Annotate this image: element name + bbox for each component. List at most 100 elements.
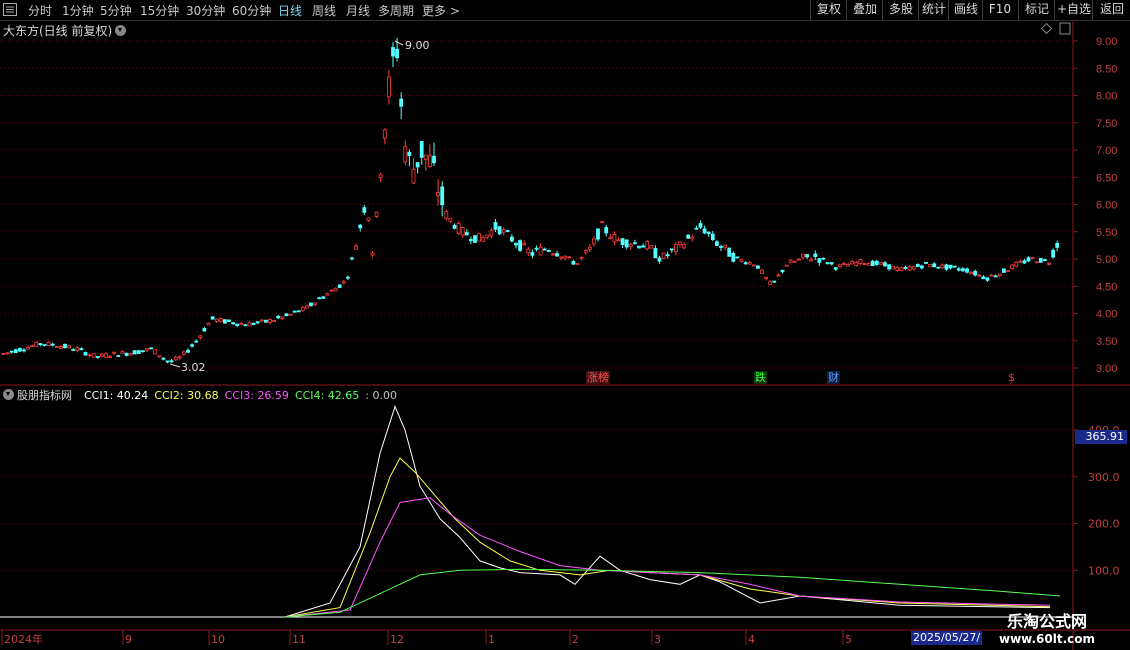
candle: [165, 360, 170, 364]
candle: [735, 256, 740, 259]
candle: [247, 321, 252, 327]
candle: [895, 265, 900, 272]
candle: [1051, 248, 1055, 259]
candle-body: [206, 322, 211, 326]
candle-body: [67, 345, 71, 349]
candle-body: [38, 343, 43, 346]
period-tab-6[interactable]: 日线: [278, 2, 302, 19]
period-tab-9[interactable]: 多周期: [378, 2, 414, 19]
candle-body: [592, 238, 596, 245]
candle-body: [969, 271, 973, 275]
event-marker-1[interactable]: 跌: [754, 371, 767, 384]
candle-body: [432, 155, 436, 164]
period-tab-1[interactable]: 1分钟: [62, 2, 94, 19]
candle: [304, 305, 309, 309]
candle-body: [87, 354, 92, 357]
candle: [83, 351, 88, 356]
candle: [669, 248, 674, 253]
x-axis-label-5: 1: [488, 633, 495, 646]
candle: [940, 263, 945, 269]
candle: [42, 344, 47, 347]
candle-body: [34, 341, 39, 348]
candle-body: [743, 262, 748, 265]
candle: [210, 316, 215, 320]
candle-body: [46, 341, 51, 347]
period-tab-10[interactable]: 更多 >: [422, 2, 460, 19]
candle: [862, 263, 867, 266]
period-tab-8[interactable]: 月线: [346, 2, 370, 19]
candle: [530, 249, 535, 259]
toolbar-button-7[interactable]: +自选: [1054, 0, 1093, 20]
toolbar-button-2[interactable]: 多股: [882, 0, 919, 20]
candle-body: [1051, 249, 1055, 258]
candle: [596, 228, 600, 242]
candle-body: [518, 240, 522, 251]
event-marker-3[interactable]: $: [1007, 371, 1016, 384]
toolbar-button-4[interactable]: 画线: [948, 0, 983, 20]
toolbar-button-8[interactable]: 返回: [1092, 0, 1130, 20]
candle-body: [587, 246, 592, 250]
candle-body: [263, 319, 268, 323]
candle: [120, 350, 125, 354]
chart-canvas[interactable]: 9.00 8.50 8.00 7.50 7.00 6.50 6.00 5.50 5.00 4.50…: [0, 21, 1130, 650]
candle: [288, 313, 293, 316]
candle-body: [624, 239, 629, 248]
candle: [161, 357, 166, 361]
candle: [633, 239, 637, 245]
candle-body: [202, 328, 207, 332]
candle: [546, 249, 551, 253]
candle: [333, 287, 338, 292]
toolbar-button-0[interactable]: 复权: [810, 0, 847, 20]
candle: [370, 251, 375, 258]
candle: [784, 264, 789, 267]
x-axis-label-4: 12: [390, 633, 404, 646]
candle: [592, 236, 596, 247]
candle: [173, 355, 178, 361]
candle: [993, 274, 998, 278]
candle: [874, 259, 879, 267]
toolbar-button-5[interactable]: F10: [982, 0, 1017, 20]
candle-body: [1030, 257, 1035, 260]
candle-body: [1026, 257, 1031, 262]
candle: [838, 263, 842, 269]
candle: [961, 267, 965, 273]
candle-body: [686, 234, 691, 239]
candle: [128, 353, 133, 356]
candle-body: [489, 229, 494, 237]
candle: [1043, 258, 1047, 262]
candle-body: [30, 345, 35, 348]
period-tab-3[interactable]: 15分钟: [140, 2, 179, 19]
candle-body: [682, 244, 686, 249]
candle: [34, 341, 39, 348]
candle: [432, 142, 436, 167]
candle-body: [1, 353, 6, 355]
candle-body: [427, 155, 432, 167]
candle: [382, 128, 387, 145]
candle-body: [948, 264, 953, 269]
candle-body: [874, 260, 879, 265]
toolbar-button-3[interactable]: 统计: [918, 0, 949, 20]
period-tab-5[interactable]: 60分钟: [232, 2, 271, 19]
candle-body: [419, 141, 424, 158]
event-marker-2[interactable]: 财: [827, 371, 840, 384]
candle: [723, 244, 727, 251]
candle-body: [555, 253, 559, 257]
menu-icon[interactable]: [3, 3, 17, 16]
candle-body: [436, 191, 441, 197]
period-tab-0[interactable]: 分时: [28, 2, 52, 19]
period-tab-2[interactable]: 5分钟: [100, 2, 132, 19]
candle: [645, 239, 650, 251]
candle-body: [222, 319, 227, 324]
candle: [920, 264, 924, 270]
toolbar-button-6[interactable]: 标记: [1018, 0, 1055, 20]
watermark-url: www.60lt.com: [998, 632, 1096, 646]
candle-body: [797, 258, 801, 261]
toolbar-button-1[interactable]: 叠加: [846, 0, 883, 20]
candle-body: [870, 260, 875, 267]
period-tab-7[interactable]: 周线: [312, 2, 336, 19]
x-axis-label-0: 2024年: [4, 632, 43, 646]
event-marker-0[interactable]: 涨榜: [586, 371, 610, 384]
period-tab-4[interactable]: 30分钟: [186, 2, 225, 19]
candle: [206, 322, 211, 326]
candle: [600, 220, 604, 224]
